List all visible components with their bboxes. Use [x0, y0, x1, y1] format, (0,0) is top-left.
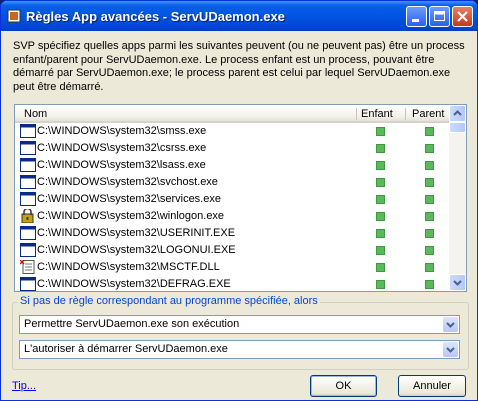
list-item[interactable]: C:\WINDOWS\system32\DEFRAG.EXE [15, 276, 449, 291]
start-policy-value: L'autoriser à démarrer ServUDaemon.exe [24, 343, 228, 355]
chevron-down-icon [446, 322, 455, 328]
app-shield-icon [7, 9, 21, 23]
arrow-up-icon [453, 110, 462, 116]
window-app-icon [20, 141, 36, 155]
parent-allowed-checkbox[interactable] [425, 212, 434, 221]
child-allowed-checkbox[interactable] [376, 280, 385, 289]
window-app-icon [20, 243, 36, 257]
child-allowed-checkbox[interactable] [376, 178, 385, 187]
ok-button[interactable]: OK [310, 375, 377, 397]
child-allowed-checkbox[interactable] [376, 127, 385, 136]
vertical-scrollbar[interactable] [449, 105, 466, 291]
fallback-group-label: Si pas de règle correspondant au program… [18, 295, 320, 307]
parent-allowed-checkbox[interactable] [425, 263, 434, 272]
process-path: C:\WINDOWS\system32\DEFRAG.EXE [37, 278, 231, 290]
parent-allowed-checkbox[interactable] [425, 229, 434, 238]
close-button[interactable] [452, 6, 473, 27]
instructions-text: SVP spécifiez quelles apps parmi les sui… [13, 40, 465, 93]
run-policy-value: Permettre ServUDaemon.exe son exécution [24, 318, 240, 330]
process-path: C:\WINDOWS\system32\LOGONUI.EXE [37, 244, 236, 256]
scroll-up-button[interactable] [449, 105, 466, 122]
parent-allowed-checkbox[interactable] [425, 195, 434, 204]
parent-allowed-checkbox[interactable] [425, 144, 434, 153]
arrow-down-icon [453, 280, 462, 286]
list-item[interactable]: C:\WINDOWS\system32\winlogon.exe [15, 207, 449, 225]
column-separator[interactable] [356, 108, 357, 120]
column-parent-header[interactable]: Parent [412, 108, 444, 120]
process-path: C:\WINDOWS\system32\csrss.exe [37, 142, 207, 154]
list-item[interactable]: C:\WINDOWS\system32\svchost.exe [15, 174, 449, 191]
column-child-header[interactable]: Enfant [361, 108, 393, 120]
list-item[interactable]: C:\WINDOWS\system32\USERINIT.EXE [15, 225, 449, 242]
tip-link[interactable]: Tip... [12, 380, 36, 392]
process-path: C:\WINDOWS\system32\winlogon.exe [37, 210, 225, 222]
dialog-window: Règles App avancées - ServUDaemon.exe SV… [0, 0, 478, 401]
dll-file-icon [19, 259, 36, 274]
cancel-button[interactable]: Annuler [398, 375, 466, 397]
scroll-thumb[interactable] [449, 122, 466, 133]
list-item[interactable]: C:\WINDOWS\system32\lsass.exe [15, 157, 449, 174]
column-separator[interactable] [405, 108, 406, 120]
window-title: Règles App avancées - ServUDaemon.exe [26, 9, 285, 24]
process-path: C:\WINDOWS\system32\svchost.exe [37, 176, 218, 188]
parent-allowed-checkbox[interactable] [425, 161, 434, 170]
child-allowed-checkbox[interactable] [376, 212, 385, 221]
parent-allowed-checkbox[interactable] [425, 178, 434, 187]
window-app-icon [20, 192, 36, 206]
winlogon-lock-icon [20, 207, 36, 224]
process-path: C:\WINDOWS\system32\services.exe [37, 193, 221, 205]
process-path: C:\WINDOWS\system32\smss.exe [37, 125, 207, 137]
parent-allowed-checkbox[interactable] [425, 246, 434, 255]
process-list[interactable]: Nom Enfant Parent C:\WINDOWS\system32\sm… [14, 104, 467, 292]
title-bar[interactable]: Règles App avancées - ServUDaemon.exe [1, 1, 477, 31]
dropdown-button[interactable] [443, 342, 458, 357]
list-item[interactable]: C:\WINDOWS\system32\services.exe [15, 191, 449, 208]
child-allowed-checkbox[interactable] [376, 229, 385, 238]
parent-allowed-checkbox[interactable] [425, 127, 434, 136]
list-item[interactable]: C:\WINDOWS\system32\MSCTF.DLL [15, 259, 449, 276]
chevron-down-icon [446, 347, 455, 353]
dropdown-button[interactable] [443, 317, 458, 332]
maximize-icon [434, 11, 445, 21]
child-allowed-checkbox[interactable] [376, 161, 385, 170]
parent-allowed-checkbox[interactable] [425, 280, 434, 289]
window-app-icon [20, 124, 36, 138]
maximize-button[interactable] [429, 6, 450, 27]
window-app-icon [20, 158, 36, 172]
process-path: C:\WINDOWS\system32\MSCTF.DLL [37, 261, 220, 273]
list-item[interactable]: C:\WINDOWS\system32\csrss.exe [15, 140, 449, 157]
process-path: C:\WINDOWS\system32\lsass.exe [37, 159, 206, 171]
minimize-button[interactable] [406, 6, 427, 27]
window-app-icon [20, 277, 36, 291]
close-icon [457, 11, 468, 22]
child-allowed-checkbox[interactable] [376, 246, 385, 255]
child-allowed-checkbox[interactable] [376, 144, 385, 153]
column-name-header[interactable]: Nom [24, 108, 47, 120]
window-app-icon [20, 175, 36, 189]
run-policy-dropdown[interactable]: Permettre ServUDaemon.exe son exécution [19, 315, 460, 334]
window-app-icon [20, 226, 36, 240]
fallback-group [12, 302, 469, 370]
list-item[interactable]: C:\WINDOWS\system32\smss.exe [15, 123, 449, 140]
child-allowed-checkbox[interactable] [376, 263, 385, 272]
list-header: Nom Enfant Parent [15, 105, 449, 123]
process-path: C:\WINDOWS\system32\USERINIT.EXE [37, 227, 236, 239]
minimize-icon [412, 19, 419, 22]
child-allowed-checkbox[interactable] [376, 195, 385, 204]
list-item[interactable]: C:\WINDOWS\system32\LOGONUI.EXE [15, 242, 449, 259]
start-policy-dropdown[interactable]: L'autoriser à démarrer ServUDaemon.exe [19, 340, 460, 359]
scroll-down-button[interactable] [449, 274, 466, 291]
